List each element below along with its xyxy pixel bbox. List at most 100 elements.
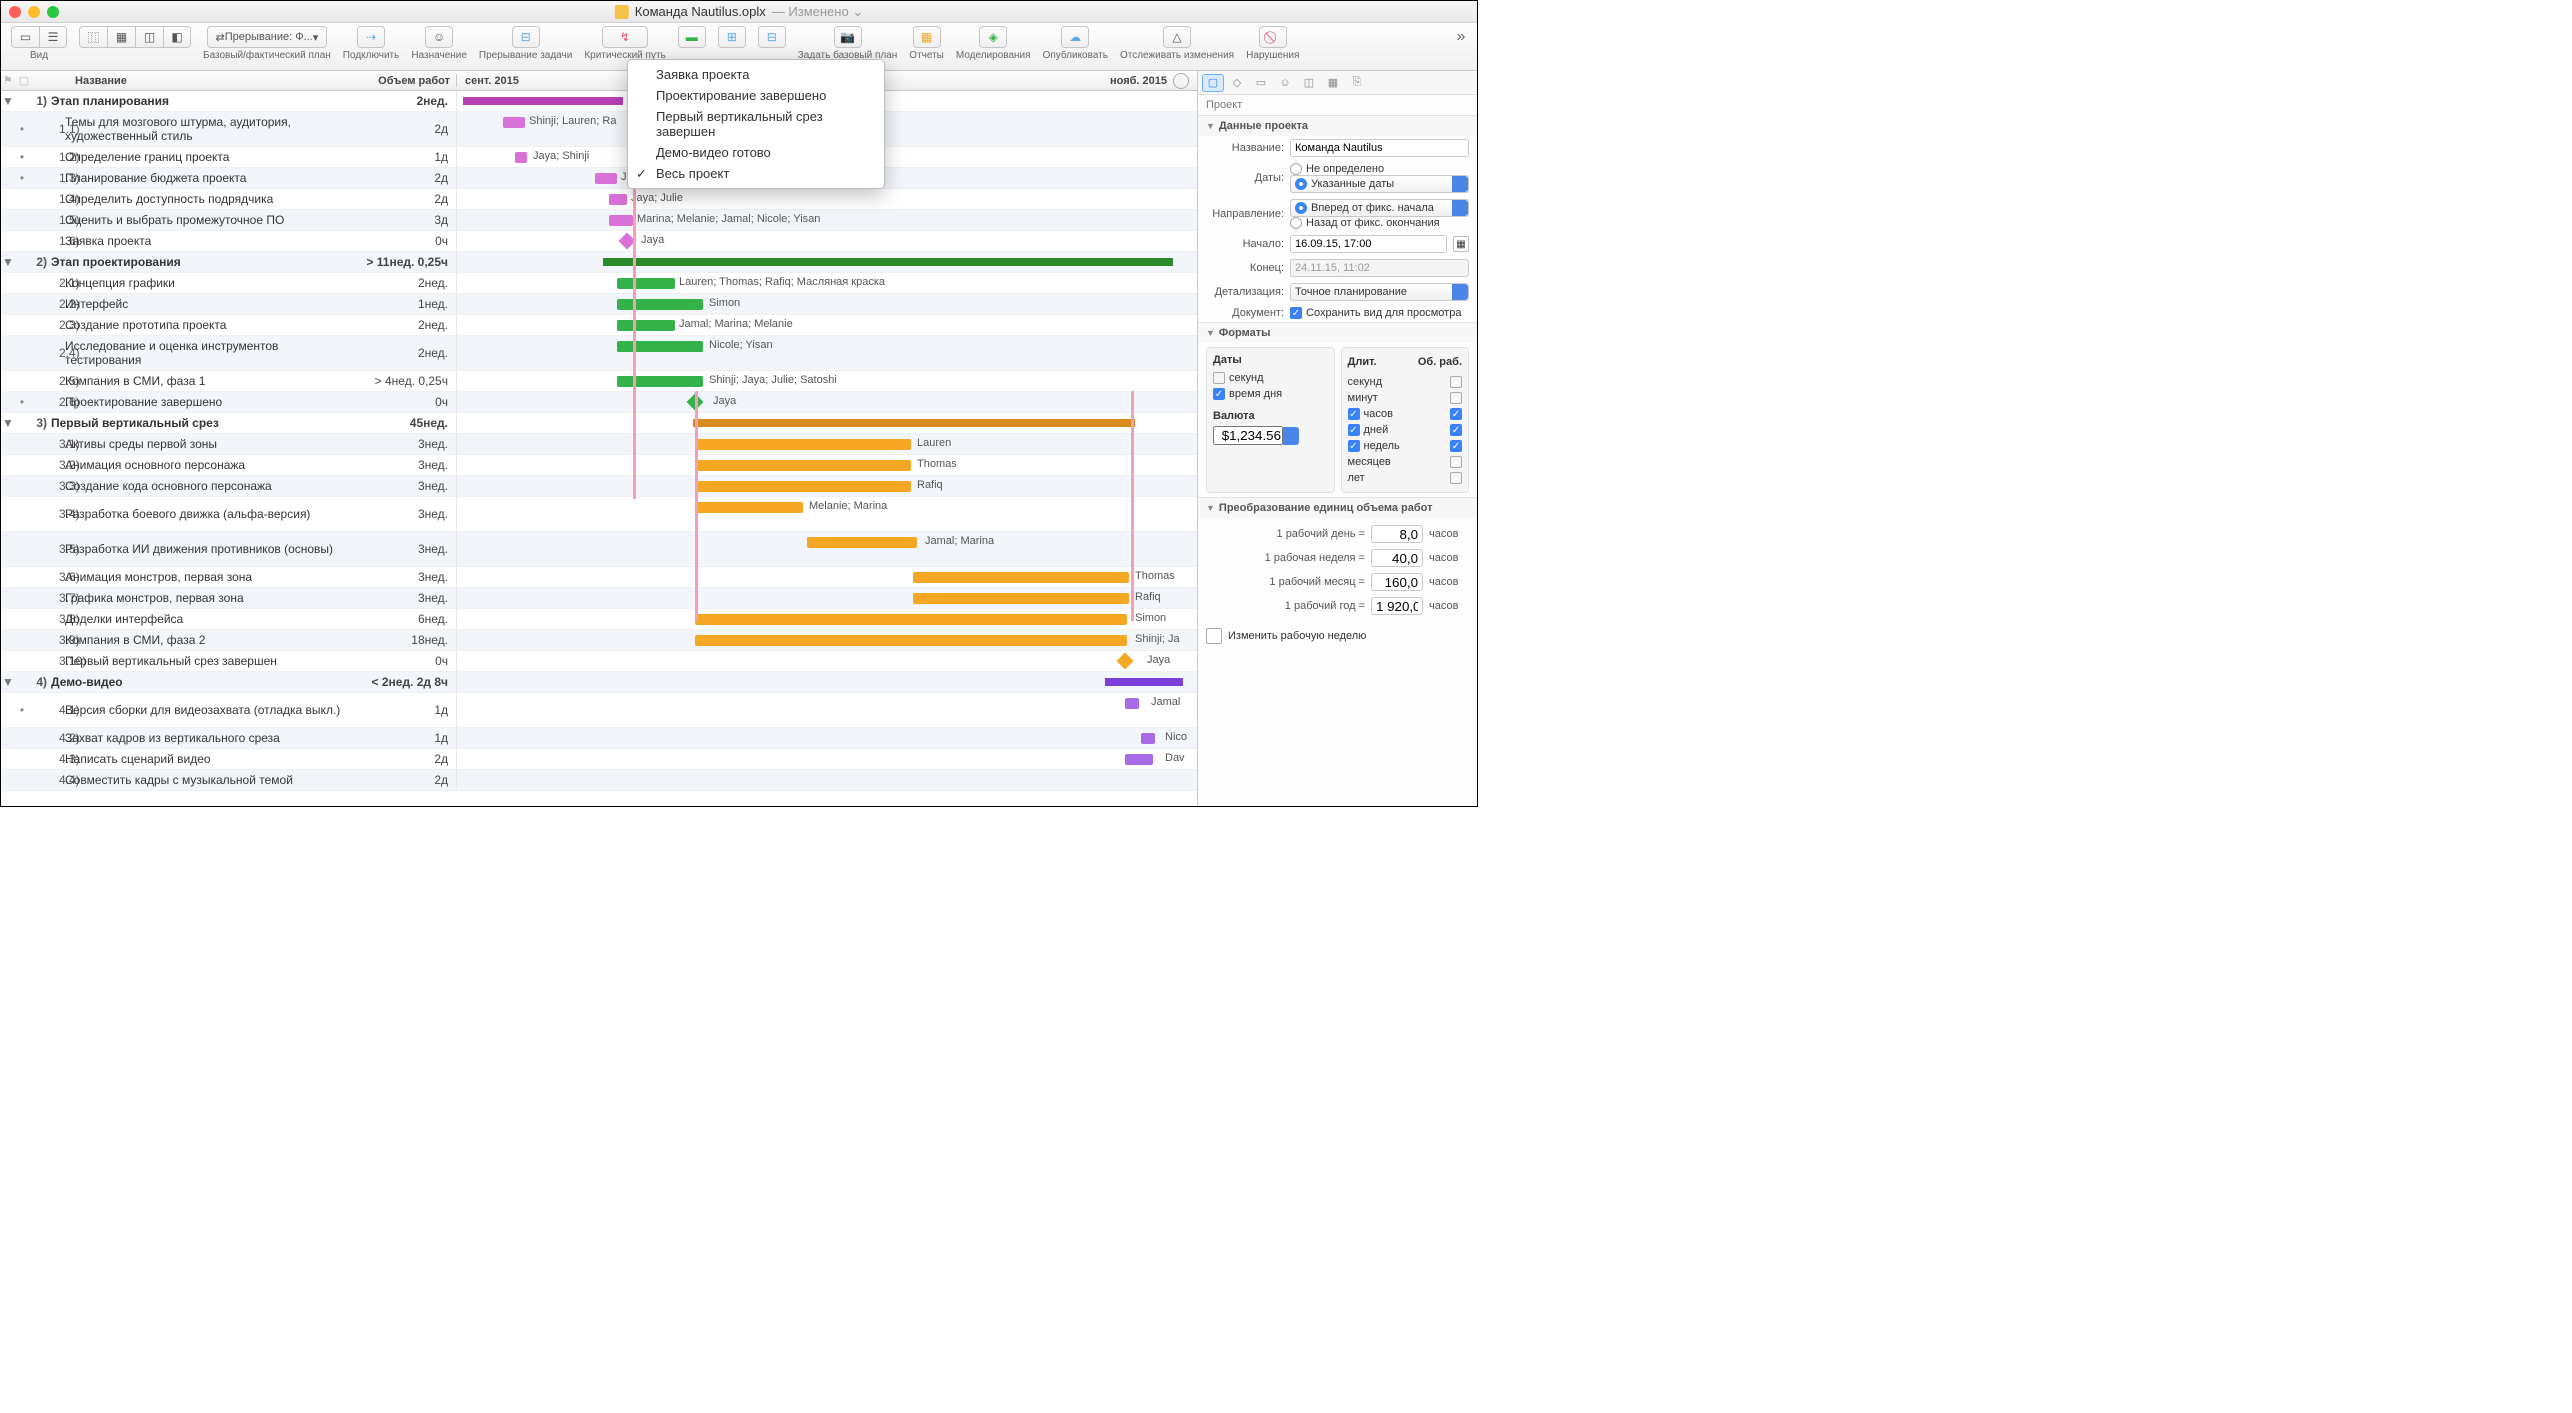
task-volume[interactable]: 6нед. [361, 612, 456, 626]
dur-day-checkbox[interactable]: ✓дней [1348, 424, 1389, 436]
minimize-window-button[interactable] [28, 6, 40, 18]
inspector-tab-task[interactable]: ▭ [1250, 74, 1272, 92]
task-volume[interactable]: 1д [361, 703, 456, 717]
inspector-tab-custom[interactable]: ⎘ [1346, 74, 1368, 92]
task-row[interactable]: ▼4.2)Захват кадров из вертикального срез… [1, 728, 1197, 749]
doc-save-checkbox[interactable]: ✓Сохранить вид для просмотра [1290, 307, 1461, 319]
gantt-cell[interactable]: Simon [457, 609, 1197, 629]
task-name[interactable]: Исследование и оценка инструментов тести… [65, 339, 361, 368]
task-row[interactable]: ▼3.8)Доделки интерфейса6нед.Simon [1, 609, 1197, 630]
gantt-cell[interactable]: Jamal; Marina [457, 532, 1197, 566]
gantt-bar[interactable] [617, 320, 675, 331]
disclosure-triangle[interactable]: ▼ [1, 416, 15, 430]
edit-week-link[interactable]: Изменить рабочую неделю [1228, 630, 1366, 642]
gantt-cell[interactable]: Jaya; Julie [457, 189, 1197, 209]
section-formats[interactable]: Форматы [1198, 323, 1477, 343]
gantt-bar[interactable] [695, 614, 1127, 625]
task-volume[interactable]: 3нед. [361, 479, 456, 493]
gantt-cell[interactable]: Shinji; Jaya; Julie; Satoshi [457, 371, 1197, 391]
task-row[interactable]: ▼•1.2)Определение границ проекта1дJaya; … [1, 147, 1197, 168]
gantt-bar[interactable] [609, 194, 627, 205]
fmt-sec-checkbox[interactable]: секунд [1213, 372, 1264, 384]
catchup-button[interactable]: ⇢ [357, 26, 385, 48]
task-name[interactable]: Этап проектирования [51, 255, 361, 269]
gantt-cell[interactable] [457, 672, 1197, 692]
toolbar-overflow-button[interactable]: » [1451, 26, 1471, 48]
task-row[interactable]: ▼3.4)Разработка боевого движка (альфа-ве… [1, 497, 1197, 532]
task-volume[interactable]: 2нед. [361, 94, 456, 108]
gantt-bar[interactable] [617, 278, 675, 289]
task-volume[interactable]: 3нед. [361, 542, 456, 556]
gantt-bar[interactable] [603, 258, 1173, 266]
gantt-cell[interactable]: Jamal [457, 693, 1197, 727]
task-name[interactable]: Проектирование завершено [65, 395, 361, 409]
gantt-cell[interactable] [457, 413, 1197, 433]
task-name[interactable]: Интерфейс [65, 297, 361, 311]
task-row[interactable]: ▼1.4)Определить доступность подрядчика2д… [1, 189, 1197, 210]
task-name[interactable]: Доделки интерфейса [65, 612, 361, 626]
view-mode-2-button[interactable]: ☰ [39, 26, 67, 48]
task-name[interactable]: Заявка проекта [65, 234, 361, 248]
dates-spec-radio[interactable]: Указанные даты [1290, 175, 1469, 193]
gantt-bar[interactable] [595, 173, 617, 184]
task-volume[interactable]: 0ч [361, 234, 456, 248]
dropdown-item[interactable]: Весь проект [628, 163, 884, 184]
task-name[interactable]: Создание прототипа проекта [65, 318, 361, 332]
gantt-cell[interactable]: Rafiq [457, 588, 1197, 608]
task-name[interactable]: Захват кадров из вертикального среза [65, 731, 361, 745]
task-row[interactable]: ▼3.7)Графика монстров, первая зона3нед.R… [1, 588, 1197, 609]
task-row[interactable]: ▼2)Этап проектирования> 11нед. 0,25ч [1, 252, 1197, 273]
task-name[interactable]: Планирование бюджета проекта [65, 171, 361, 185]
gantt-cell[interactable]: Dav [457, 749, 1197, 769]
task-name[interactable]: Разработка боевого движка (альфа-версия) [65, 507, 361, 521]
gantt-cell[interactable]: Jaya [457, 392, 1197, 412]
gantt-cell[interactable]: Marina; Melanie; Jamal; Nicole; Yisan [457, 210, 1197, 230]
project-name-input[interactable] [1290, 139, 1469, 157]
task-row[interactable]: ▼1)Этап планирования2нед. [1, 91, 1197, 112]
task-name[interactable]: Компания в СМИ, фаза 1 [65, 374, 361, 388]
task-row[interactable]: ▼3.10)Первый вертикальный срез завершен0… [1, 651, 1197, 672]
task-row[interactable]: ▼•2.6)Проектирование завершено0чJaya [1, 392, 1197, 413]
gantt-cell[interactable]: Lauren [457, 434, 1197, 454]
disclosure-triangle[interactable]: ▼ [1, 94, 15, 108]
task-name[interactable]: Графика монстров, первая зона [65, 591, 361, 605]
task-row[interactable]: ▼1.5)Оценить и выбрать промежуточное ПО3… [1, 210, 1197, 231]
gantt-bar[interactable] [617, 341, 703, 352]
section-project-data[interactable]: Данные проекта [1198, 116, 1477, 136]
gantt-bar[interactable] [695, 439, 911, 450]
col-name[interactable]: Название [31, 75, 361, 87]
gantt-bar[interactable] [695, 481, 911, 492]
task-row[interactable]: ▼2.2)Интерфейс1нед.Simon [1, 294, 1197, 315]
task-row[interactable]: ▼3.3)Создание кода основного персонажа3н… [1, 476, 1197, 497]
dur-wk-checkbox[interactable]: ✓недель [1348, 440, 1400, 452]
milestone-icon[interactable] [1117, 653, 1134, 670]
view-styles-button[interactable]: ◧ [163, 26, 191, 48]
eff-yr-checkbox[interactable] [1450, 472, 1462, 484]
gantt-cell[interactable]: Simon [457, 294, 1197, 314]
conv-month-input[interactable] [1371, 573, 1423, 591]
task-name[interactable]: Оценить и выбрать промежуточное ПО [65, 213, 361, 227]
group-button[interactable]: ⊞ [718, 26, 746, 48]
section-conversion[interactable]: Преобразование единиц объема работ [1198, 498, 1477, 518]
gantt-bar[interactable] [1141, 733, 1155, 744]
task-volume[interactable]: 2нед. [361, 318, 456, 332]
gantt-bar[interactable] [617, 376, 703, 387]
task-row[interactable]: ▼2.4)Исследование и оценка инструментов … [1, 336, 1197, 371]
task-volume[interactable]: 2нед. [361, 346, 456, 360]
view-calendar-button[interactable]: ▦ [107, 26, 135, 48]
task-volume[interactable]: 2д [361, 122, 456, 136]
calendar-icon[interactable]: ▦ [1453, 236, 1469, 252]
task-volume[interactable]: 0ч [361, 654, 456, 668]
conv-year-input[interactable] [1371, 597, 1423, 615]
inspector-tab-project[interactable]: ▢ [1202, 74, 1224, 92]
assign-button[interactable]: ☺ [425, 26, 453, 48]
task-name[interactable]: Этап планирования [51, 94, 361, 108]
task-volume[interactable]: 2д [361, 773, 456, 787]
task-volume[interactable]: 3нед. [361, 437, 456, 451]
gantt-bar[interactable] [609, 215, 633, 226]
dur-hr-checkbox[interactable]: ✓часов [1348, 408, 1393, 420]
task-name[interactable]: Концепция графики [65, 276, 361, 290]
inspector-tab-resource[interactable]: ☺ [1274, 74, 1296, 92]
violations-button[interactable]: ⃠ [1259, 26, 1287, 48]
task-name[interactable]: Создание кода основного персонажа [65, 479, 361, 493]
